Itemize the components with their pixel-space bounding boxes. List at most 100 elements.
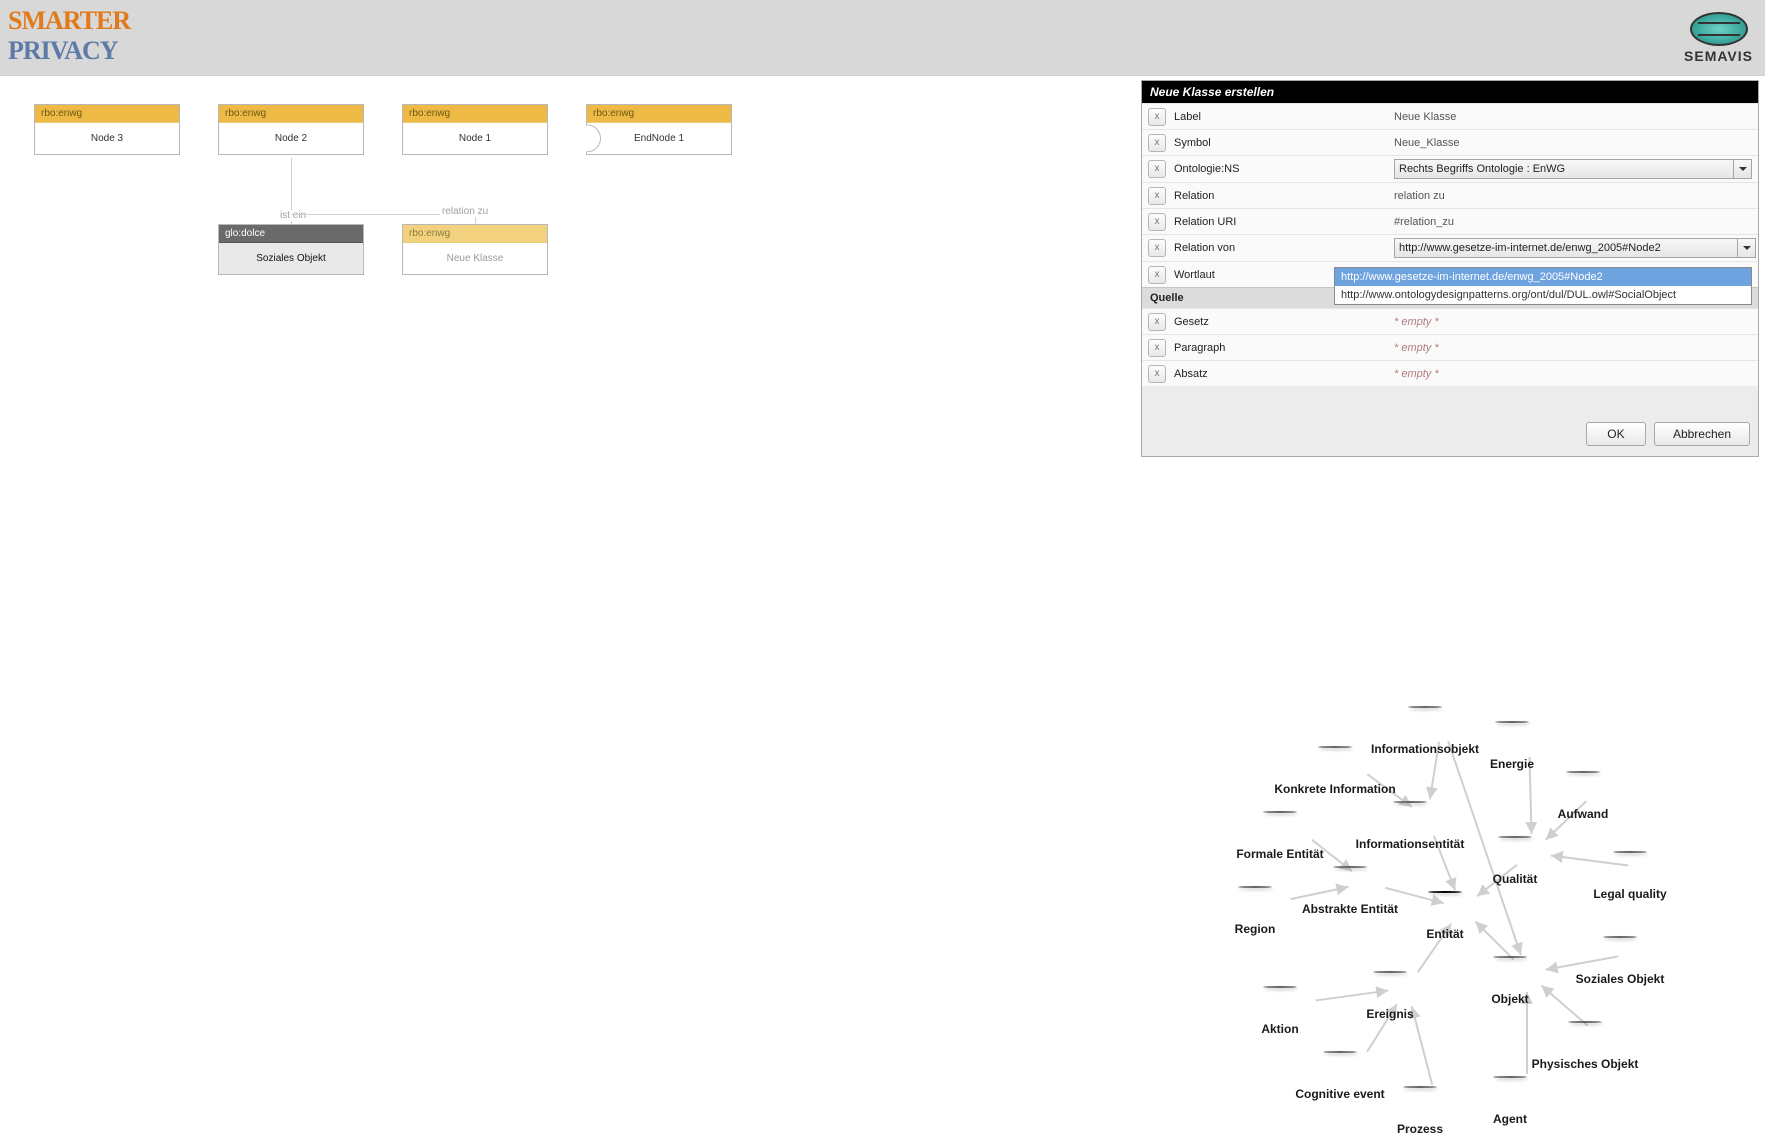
field-label: Symbol <box>1174 137 1394 149</box>
field-value[interactable]: Neue Klasse <box>1394 111 1752 123</box>
node-circle-icon <box>1323 1051 1357 1053</box>
field-label: Paragraph <box>1174 342 1394 354</box>
clear-button[interactable]: x <box>1148 313 1166 331</box>
node-circle-icon <box>1373 971 1407 973</box>
clear-button[interactable]: x <box>1148 187 1166 205</box>
ok-button[interactable]: OK <box>1586 422 1646 446</box>
node-box-soziales-objekt[interactable]: glo:dolce Soziales Objekt <box>218 224 364 275</box>
field-value[interactable]: Neue_Klasse <box>1394 137 1752 149</box>
node-circle-icon <box>1393 801 1427 803</box>
select-value: http://www.gesetze-im-internet.de/enwg_2… <box>1399 242 1739 254</box>
field-label: Relation URI <box>1174 216 1394 228</box>
node-circle-icon <box>1613 851 1647 853</box>
ontology-node-label: Cognitive event <box>1295 1087 1384 1101</box>
clear-button[interactable]: x <box>1148 266 1166 284</box>
field-label: Relation von <box>1174 242 1394 254</box>
edge-label-relation-zu: relation zu <box>440 206 490 217</box>
node-ns: rbo:enwg <box>587 105 731 123</box>
clear-button[interactable]: x <box>1148 160 1166 178</box>
ontology-node-label: Formale Entität <box>1236 847 1323 861</box>
clear-button[interactable]: x <box>1148 365 1166 383</box>
logo-semavis: SEMAVIS <box>1684 12 1753 64</box>
ontology-node-label: Legal quality <box>1593 887 1666 901</box>
clear-button[interactable]: x <box>1148 213 1166 231</box>
node-circle-icon <box>1498 836 1532 838</box>
ontology-node-label: Prozess <box>1397 1122 1443 1136</box>
ontology-node-label: Entität <box>1426 927 1463 941</box>
node-circle-icon <box>1603 936 1637 938</box>
ontologie-ns-select[interactable]: Rechts Begriffs Ontologie : EnWG <box>1394 159 1752 179</box>
node-box-endnode1[interactable]: rbo:enwg EndNode 1 <box>586 104 732 155</box>
logo-text-2: PRIVACY <box>8 36 118 65</box>
select-value: Rechts Begriffs Ontologie : EnWG <box>1399 163 1565 175</box>
ontology-node-label: Abstrakte Entität <box>1302 902 1398 916</box>
node-label: Neue Klasse <box>403 243 547 274</box>
row-relation-von: x Relation von http://www.gesetze-im-int… <box>1142 234 1758 261</box>
node-circle-icon <box>1493 956 1527 958</box>
node-box-node3[interactable]: rbo:enwg Node 3 <box>34 104 180 155</box>
node-box-node1[interactable]: rbo:enwg Node 1 <box>402 104 548 155</box>
node-ns: rbo:enwg <box>403 225 547 243</box>
row-relation-uri: x Relation URI #relation_zu <box>1142 208 1758 234</box>
field-value[interactable]: * empty * <box>1394 316 1752 328</box>
row-label: x Label Neue Klasse <box>1142 103 1758 129</box>
node-ns: rbo:enwg <box>219 105 363 123</box>
field-value[interactable]: * empty * <box>1394 342 1752 354</box>
ontology-node-label: Konkrete Information <box>1274 782 1395 796</box>
ontology-node-label: Objekt <box>1491 992 1528 1006</box>
semavis-icon <box>1690 12 1748 46</box>
node-circle-icon <box>1495 721 1529 723</box>
node-circle-icon <box>1428 891 1462 893</box>
semavis-text: SEMAVIS <box>1684 48 1753 64</box>
node-circle-icon <box>1566 771 1600 773</box>
dropdown-option[interactable]: http://www.gesetze-im-internet.de/enwg_2… <box>1335 268 1751 286</box>
dropdown-option[interactable]: http://www.ontologydesignpatterns.org/on… <box>1335 286 1751 304</box>
field-label: Absatz <box>1174 368 1394 380</box>
relation-von-select[interactable]: http://www.gesetze-im-internet.de/enwg_2… <box>1394 238 1756 258</box>
clear-button[interactable]: x <box>1148 239 1166 257</box>
row-absatz: x Absatz * empty * <box>1142 360 1758 386</box>
ontology-graph[interactable]: Entität Abstrakte Entität Informationsenti… <box>1160 576 1740 1136</box>
clear-button[interactable]: x <box>1148 108 1166 126</box>
ontology-node-label: Qualität <box>1493 872 1538 886</box>
ontology-node-label: Ereignis <box>1366 1007 1413 1021</box>
field-label: Ontologie:NS <box>1174 163 1394 175</box>
node-circle-icon <box>1318 746 1352 748</box>
node-label: EndNode 1 <box>587 123 731 154</box>
ontology-node-label: Informationsobjekt <box>1371 742 1479 756</box>
chevron-down-icon <box>1737 239 1755 257</box>
node-ns: rbo:enwg <box>35 105 179 123</box>
panel-button-bar: OK Abbrechen <box>1142 386 1758 456</box>
ontology-node-label: Aktion <box>1261 1022 1298 1036</box>
ontology-node-label: Physisches Objekt <box>1532 1057 1639 1071</box>
panel-title: Neue Klasse erstellen <box>1142 81 1758 103</box>
node-circle-icon <box>1493 1076 1527 1078</box>
main-area: rbo:enwg Node 3 rbo:enwg Node 2 rbo:enwg… <box>0 76 1765 1120</box>
clear-button[interactable]: x <box>1148 134 1166 152</box>
field-value[interactable]: * empty * <box>1394 368 1752 380</box>
node-label: Node 3 <box>35 123 179 154</box>
node-box-neue-klasse[interactable]: rbo:enwg Neue Klasse <box>402 224 548 275</box>
relation-von-dropdown[interactable]: http://www.gesetze-im-internet.de/enwg_2… <box>1334 267 1752 305</box>
ontology-node-label: Informationsentität <box>1356 837 1465 851</box>
clear-button[interactable]: x <box>1148 339 1166 357</box>
row-ontologie-ns: x Ontologie:NS Rechts Begriffs Ontologie… <box>1142 155 1758 182</box>
ontology-node-label: Aufwand <box>1558 807 1609 821</box>
cancel-button[interactable]: Abbrechen <box>1654 422 1750 446</box>
row-symbol: x Symbol Neue_Klasse <box>1142 129 1758 155</box>
node-circle-icon <box>1333 866 1367 868</box>
field-value[interactable]: #relation_zu <box>1394 216 1752 228</box>
field-value[interactable]: relation zu <box>1394 190 1752 202</box>
row-paragraph: x Paragraph * empty * <box>1142 334 1758 360</box>
node-ns: glo:dolce <box>219 225 363 243</box>
properties-panel: Neue Klasse erstellen x Label Neue Klass… <box>1141 80 1759 457</box>
node-circle-icon <box>1263 986 1297 988</box>
node-circle-icon <box>1568 1021 1602 1023</box>
node-label: Node 2 <box>219 123 363 154</box>
row-relation: x Relation relation zu <box>1142 182 1758 208</box>
node-circle-icon <box>1238 886 1272 888</box>
app-header: SMARTER PRIVACY SEMAVIS <box>0 0 1765 76</box>
field-label: Relation <box>1174 190 1394 202</box>
node-box-node2[interactable]: rbo:enwg Node 2 <box>218 104 364 155</box>
field-label: Gesetz <box>1174 316 1394 328</box>
